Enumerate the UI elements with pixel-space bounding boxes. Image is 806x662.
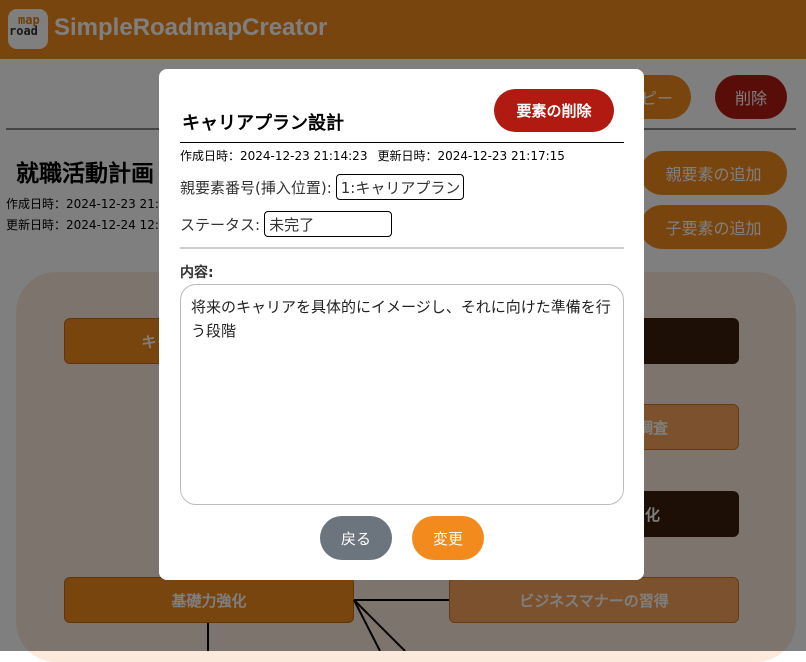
back-button[interactable]: 戻る: [320, 516, 392, 560]
remove-element-button[interactable]: 要素の削除: [494, 89, 614, 132]
parent-field-row: 親要素番号(挿入位置): 1:キャリアプラン: [180, 174, 464, 200]
status-select[interactable]: 未完了: [264, 211, 393, 237]
parent-select[interactable]: 1:キャリアプラン: [335, 174, 464, 200]
content-label: 内容:: [180, 265, 214, 281]
edit-element-modal: 要素の削除 作成日時：2024-12-23 21:14:23 更新日時：2024-…: [159, 69, 644, 580]
status-label: ステータス:: [180, 215, 261, 234]
change-button[interactable]: 変更: [412, 516, 484, 560]
element-dates: 作成日時：2024-12-23 21:14:23 更新日時：2024-12-23 …: [180, 147, 565, 164]
status-field-row: ステータス: 未完了: [180, 211, 393, 237]
element-updated: 更新日時：2024-12-23 21:17:15: [377, 149, 565, 163]
parent-label: 親要素番号(挿入位置):: [180, 178, 332, 197]
content-textarea[interactable]: 将来のキャリアを具体的にイメージし、それに向けた準備を行う段階: [180, 284, 624, 505]
element-created: 作成日時：2024-12-23 21:14:23: [180, 149, 368, 163]
divider: [180, 247, 624, 249]
